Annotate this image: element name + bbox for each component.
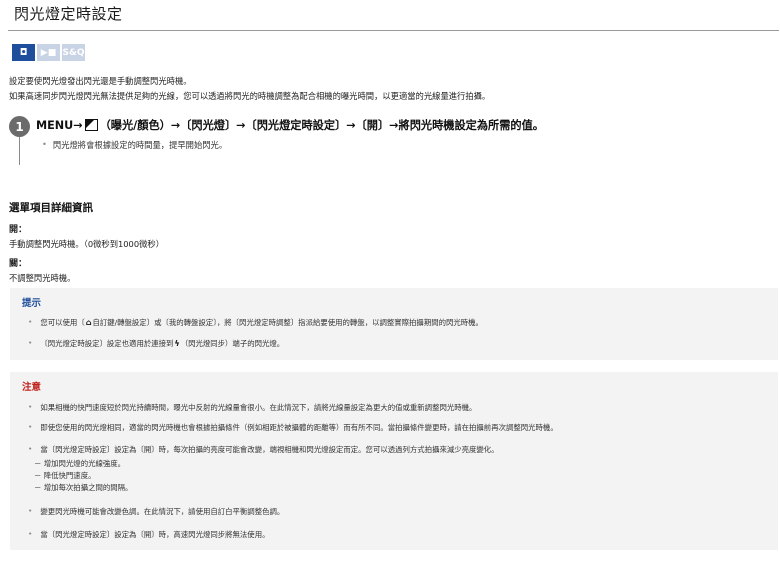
bullet-dot-icon: • [28, 402, 33, 411]
exposure-color-icon [84, 119, 98, 131]
note-sub-item: － 增加每次拍攝之間的間隔。 [34, 483, 133, 492]
note-item: • 如果相機的快門速度短於閃光持續時間，曝光中反射的光線量會很小。在此情況下，請… [28, 402, 476, 413]
option-off-desc: 不調整閃光時機。 [9, 273, 76, 283]
menu-path: （曝光/顏色）→〔閃光燈〕→〔閃光燈定時設定〕→〔開〕→將閃光時機設定為所需的值… [99, 119, 544, 132]
bullet-dot-icon: • [28, 529, 33, 538]
movie-mode-icon: ▶■ [37, 44, 60, 61]
note-item-text: 當〔閃光燈定時設定〕設定為〔開〕時，高速閃光燈同步將無法使用。 [40, 530, 270, 539]
bullet-dot-icon: • [42, 139, 47, 149]
intro-line-1: 設定要使閃光燈發出閃光還是手動調整閃光時機。 [9, 76, 192, 86]
step-connector [19, 137, 20, 165]
note-heading: 注意 [22, 382, 42, 393]
title-divider [8, 30, 779, 31]
hint-text-post: 自訂鍵/轉盤設定〕或〔我的轉盤設定〕，將〔閃光燈定時調整〕指派給要使用的轉盤，以… [92, 318, 483, 327]
hint-box: 提示 • 您可以使用〔⌂自訂鍵/轉盤設定〕或〔我的轉盤設定〕，將〔閃光燈定時調整… [10, 288, 778, 360]
step-instruction: MENU→ （曝光/顏色）→〔閃光燈〕→〔閃光燈定時設定〕→〔開〕→將閃光時機設… [36, 117, 544, 133]
hint-item-text: 〔閃光燈定時設定〕設定也適用於連接到ϟ（閃光燈同步）端子的閃光燈。 [40, 338, 284, 349]
hint-item: • 您可以使用〔⌂自訂鍵/轉盤設定〕或〔我的轉盤設定〕，將〔閃光燈定時調整〕指派… [28, 317, 483, 328]
option-on-desc: 手動調整閃光時機。（0微秒到1000微秒） [9, 239, 164, 249]
note-item-text: 即使您使用的閃光燈相同，適當的閃光時機也會根據拍攝條件（例如相距於被攝體的距離等… [40, 423, 558, 432]
hint-text-post: （閃光燈同步）端子的閃光燈。 [180, 339, 285, 348]
sq-mode-icon: S&Q [62, 44, 85, 61]
hint-item: • 〔閃光燈定時設定〕設定也適用於連接到ϟ（閃光燈同步）端子的閃光燈。 [28, 338, 284, 349]
details-title: 選單項目詳細資訊 [9, 202, 93, 214]
hint-item-text: 您可以使用〔⌂自訂鍵/轉盤設定〕或〔我的轉盤設定〕，將〔閃光燈定時調整〕指派給要… [40, 317, 483, 328]
bullet-dot-icon: • [28, 317, 33, 326]
flash-sync-icon: ϟ [174, 339, 180, 348]
note-item: • 即使您使用的閃光燈相同，適當的閃光時機也會根據拍攝條件（例如相距於被攝體的距… [28, 422, 558, 433]
note-item-text: 當〔閃光燈定時設定〕設定為〔開〕時，每次拍攝的亮度可能會改變，端視相機和閃光燈設… [40, 445, 499, 454]
home-icon: ⌂ [85, 318, 92, 327]
note-box: 注意 • 如果相機的快門速度短於閃光持續時間，曝光中反射的光線量會很小。在此情況… [10, 372, 778, 550]
note-sub-item: － 增加閃光燈的光線強度。 [34, 459, 126, 468]
step-1: 1 MENU→ （曝光/顏色）→〔閃光燈〕→〔閃光燈定時設定〕→〔開〕→將閃光時… [9, 114, 769, 166]
hint-text-pre: 您可以使用〔 [40, 318, 85, 327]
intro-line-2: 如果高速同步閃光燈閃光無法提供足夠的光線，您可以透過將閃光的時機調整為配合相機的… [9, 91, 491, 101]
menu-prefix: MENU→ [36, 118, 83, 132]
bullet-dot-icon: • [28, 506, 33, 515]
hint-text-pre: 〔閃光燈定時設定〕設定也適用於連接到 [40, 339, 174, 348]
bullet-dot-icon: • [28, 338, 33, 347]
camera-mode-icon: ◘ [12, 44, 35, 61]
note-item: • 變更閃光時機可能會改變色調。在此情況下，請使用自訂白平衡調整色調。 [28, 506, 284, 517]
hint-heading: 提示 [22, 298, 42, 309]
intro-text: 設定要使閃光燈發出閃光還是手動調整閃光時機。 如果高速同步閃光燈閃光無法提供足夠… [9, 74, 490, 104]
mode-icons: ◘ ▶■ S&Q [12, 44, 85, 61]
note-item: • 當〔閃光燈定時設定〕設定為〔開〕時，每次拍攝的亮度可能會改變，端視相機和閃光… [28, 444, 499, 455]
page-title: 閃光燈定時設定 [14, 5, 123, 23]
note-item: • 當〔閃光燈定時設定〕設定為〔開〕時，高速閃光燈同步將無法使用。 [28, 529, 269, 540]
bullet-dot-icon: • [28, 422, 33, 431]
note-sub-item: － 降低快門速度。 [34, 471, 96, 480]
step-note: • 閃光燈將會根據設定的時間量，提早開始閃光。 [42, 139, 227, 151]
note-item-text: 變更閃光時機可能會改變色調。在此情況下，請使用自訂白平衡調整色調。 [40, 507, 285, 516]
step-number: 1 [9, 116, 30, 137]
step-note-text: 閃光燈將會根據設定的時間量，提早開始閃光。 [52, 140, 228, 150]
option-on-label: 開： [9, 225, 28, 235]
option-off-label: 關： [9, 259, 28, 269]
note-item-text: 如果相機的快門速度短於閃光持續時間，曝光中反射的光線量會很小。在此情況下，請將光… [40, 403, 477, 412]
bullet-dot-icon: • [28, 444, 33, 453]
